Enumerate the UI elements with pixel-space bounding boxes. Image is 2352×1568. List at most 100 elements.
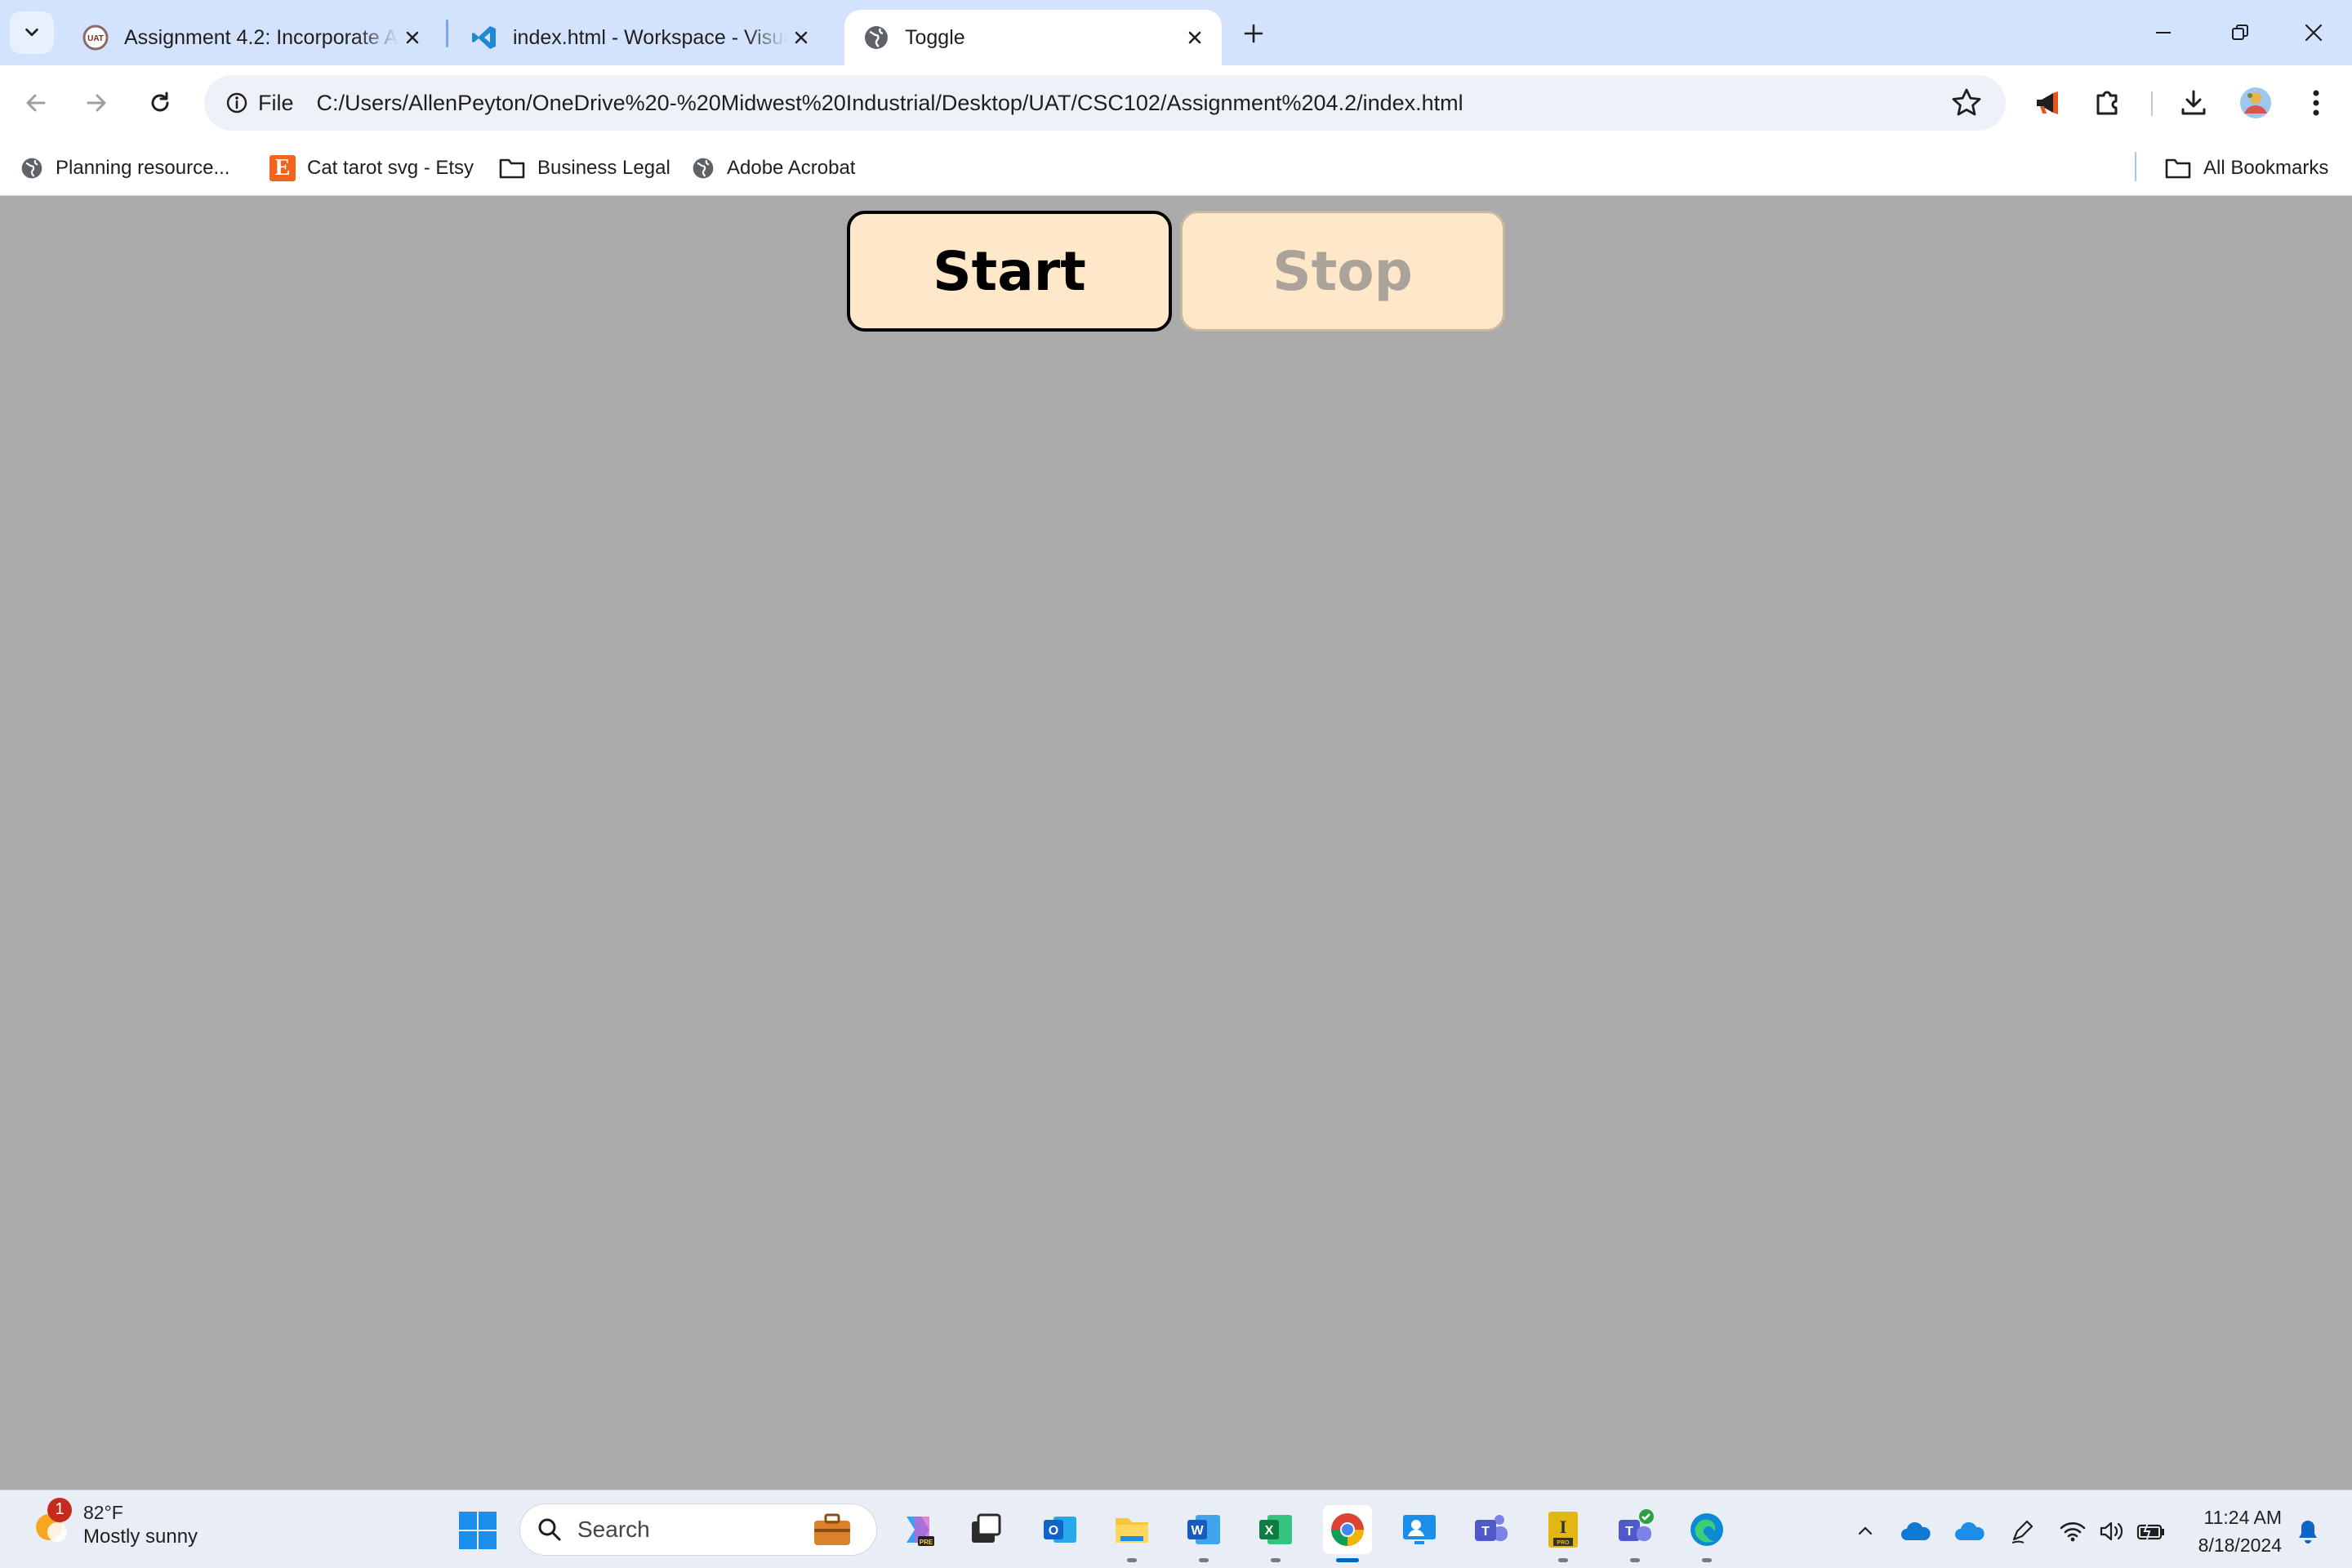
idea-pro-app[interactable]: I PRO — [1539, 1505, 1588, 1562]
remote-desktop-icon — [1403, 1515, 1436, 1544]
folder-icon — [2165, 158, 2191, 179]
onedrive-cloud-icon — [1901, 1521, 1931, 1540]
clock-time: 11:24 AM — [2203, 1507, 2282, 1528]
more-vertical-icon — [2313, 90, 2319, 116]
weather-temperature: 82°F — [83, 1502, 123, 1523]
volume-icon — [2100, 1521, 2123, 1541]
new-tab-button[interactable] — [1236, 16, 1271, 51]
bookmark-label: Business Legal — [537, 157, 670, 179]
minimize-button[interactable] — [2138, 11, 2189, 54]
task-view-app[interactable] — [960, 1505, 1009, 1554]
excel-icon: X — [1259, 1515, 1292, 1544]
tab-title: index.html - Workspace - Visual — [513, 25, 787, 49]
globe-icon — [865, 26, 888, 49]
tab-strip: UAT Assignment 4.2: Incorporate Au index… — [0, 0, 2352, 65]
tab-search-button[interactable] — [10, 11, 54, 54]
copilot-app[interactable]: PRE — [893, 1505, 942, 1554]
show-hidden-icons-button[interactable] — [1847, 1513, 1883, 1549]
weather-widget[interactable]: 1 82°F Mostly sunny — [29, 1497, 198, 1548]
bookmark-label: Planning resource... — [56, 157, 230, 179]
start-button[interactable]: Start — [847, 211, 1172, 332]
tab-vscode[interactable]: index.html - Workspace - Visual — [452, 10, 828, 65]
system-clock[interactable]: 11:24 AM 8/18/2024 — [2189, 1503, 2282, 1559]
close-icon — [2305, 24, 2323, 42]
word-icon: W — [1187, 1515, 1220, 1544]
extension-announce-button[interactable] — [2029, 83, 2068, 122]
windows-start-button[interactable] — [457, 1510, 498, 1551]
search-icon — [538, 1518, 561, 1541]
minimize-icon — [2156, 32, 2171, 33]
reload-icon — [151, 91, 169, 112]
bookmark-adobe-acrobat[interactable]: Adobe Acrobat — [691, 150, 855, 186]
star-icon[interactable] — [1950, 87, 1983, 119]
onedrive-business-tray[interactable] — [1952, 1513, 1988, 1549]
all-bookmarks-button[interactable]: All Bookmarks — [2164, 150, 2328, 186]
megaphone-icon — [2037, 91, 2058, 114]
outlook-app[interactable]: O — [1036, 1505, 1085, 1554]
bookmark-label: Adobe Acrobat — [727, 157, 856, 179]
task-view-icon — [972, 1513, 1001, 1543]
puzzle-icon — [2096, 91, 2118, 115]
chevron-down-icon — [25, 28, 38, 37]
idea-pro-icon: I PRO — [1548, 1512, 1578, 1548]
search-placeholder: Search — [577, 1517, 650, 1542]
url-text[interactable]: C:/Users/AllenPeyton/OneDrive%20-%20Midw… — [317, 91, 1463, 116]
clock-date: 8/18/2024 — [2198, 1535, 2282, 1556]
weather-condition: Mostly sunny — [83, 1526, 198, 1548]
bookmark-label: Cat tarot svg - Etsy — [307, 157, 474, 179]
site-info-chip[interactable]: File — [217, 82, 305, 123]
close-window-button[interactable] — [2288, 11, 2339, 54]
battery-tray[interactable] — [2133, 1513, 2169, 1549]
globe-icon — [21, 158, 42, 179]
teams-work-app[interactable]: T — [1610, 1505, 1659, 1562]
forward-button[interactable] — [75, 82, 118, 124]
close-icon[interactable] — [1181, 24, 1209, 51]
volume-tray[interactable] — [2094, 1513, 2130, 1549]
weather-badge: 1 — [47, 1497, 72, 1522]
tab-toggle[interactable]: Toggle — [844, 10, 1222, 65]
wifi-tray[interactable] — [2055, 1513, 2091, 1549]
tab-title: Toggle — [905, 25, 965, 49]
page-content: Start Stop — [0, 196, 2352, 1490]
address-bar[interactable]: File C:/Users/AllenPeyton/OneDrive%20-%2… — [204, 75, 2006, 131]
svg-text:T: T — [1625, 1525, 1633, 1539]
pen-tray[interactable] — [2004, 1513, 2040, 1549]
stop-button[interactable]: Stop — [1180, 211, 1505, 332]
restore-icon — [2232, 24, 2248, 40]
back-button[interactable] — [15, 82, 57, 124]
svg-text:W: W — [1191, 1524, 1204, 1538]
excel-app[interactable]: X — [1251, 1505, 1300, 1562]
restore-button[interactable] — [2215, 11, 2265, 54]
svg-text:PRO: PRO — [1557, 1540, 1570, 1546]
tab-assignment[interactable]: UAT Assignment 4.2: Incorporate Au — [64, 10, 439, 65]
taskbar-search[interactable]: Search — [519, 1503, 877, 1556]
reload-button[interactable] — [139, 82, 181, 124]
bookmark-business-legal[interactable]: Business Legal — [498, 150, 670, 186]
arrow-right-icon — [87, 94, 106, 112]
vscode-icon — [472, 26, 496, 49]
remote-desktop-app[interactable] — [1395, 1505, 1444, 1554]
notifications-button[interactable] — [2290, 1513, 2326, 1549]
chrome-app[interactable] — [1323, 1505, 1372, 1562]
taskbar: 1 82°F Mostly sunny Search PRE O W X T I… — [0, 1490, 2352, 1568]
wifi-icon — [2060, 1522, 2086, 1542]
bookmarks-divider — [2135, 152, 2136, 181]
bookmark-cat-tarot[interactable]: E Cat tarot svg - Etsy — [270, 150, 474, 186]
browser-toolbar: File C:/Users/AllenPeyton/OneDrive%20-%2… — [0, 65, 2352, 140]
downloads-button[interactable] — [2174, 83, 2213, 122]
close-icon[interactable] — [787, 24, 815, 51]
close-icon[interactable] — [399, 24, 426, 51]
teams-app[interactable]: T — [1467, 1505, 1516, 1554]
extensions-button[interactable] — [2087, 83, 2127, 122]
onedrive-personal-tray[interactable] — [1898, 1513, 1934, 1549]
file-explorer-app[interactable] — [1107, 1505, 1156, 1562]
copilot-icon: PRE — [906, 1517, 934, 1546]
bookmarks-bar: Planning resource... E Cat tarot svg - E… — [0, 140, 2352, 196]
profile-button[interactable] — [2236, 83, 2275, 122]
folder-icon — [499, 158, 525, 179]
bookmark-planning-resources[interactable]: Planning resource... — [20, 150, 229, 186]
menu-button[interactable] — [2296, 83, 2336, 122]
edge-app[interactable] — [1682, 1505, 1731, 1562]
tab-separator — [446, 20, 448, 47]
word-app[interactable]: W — [1179, 1505, 1228, 1562]
